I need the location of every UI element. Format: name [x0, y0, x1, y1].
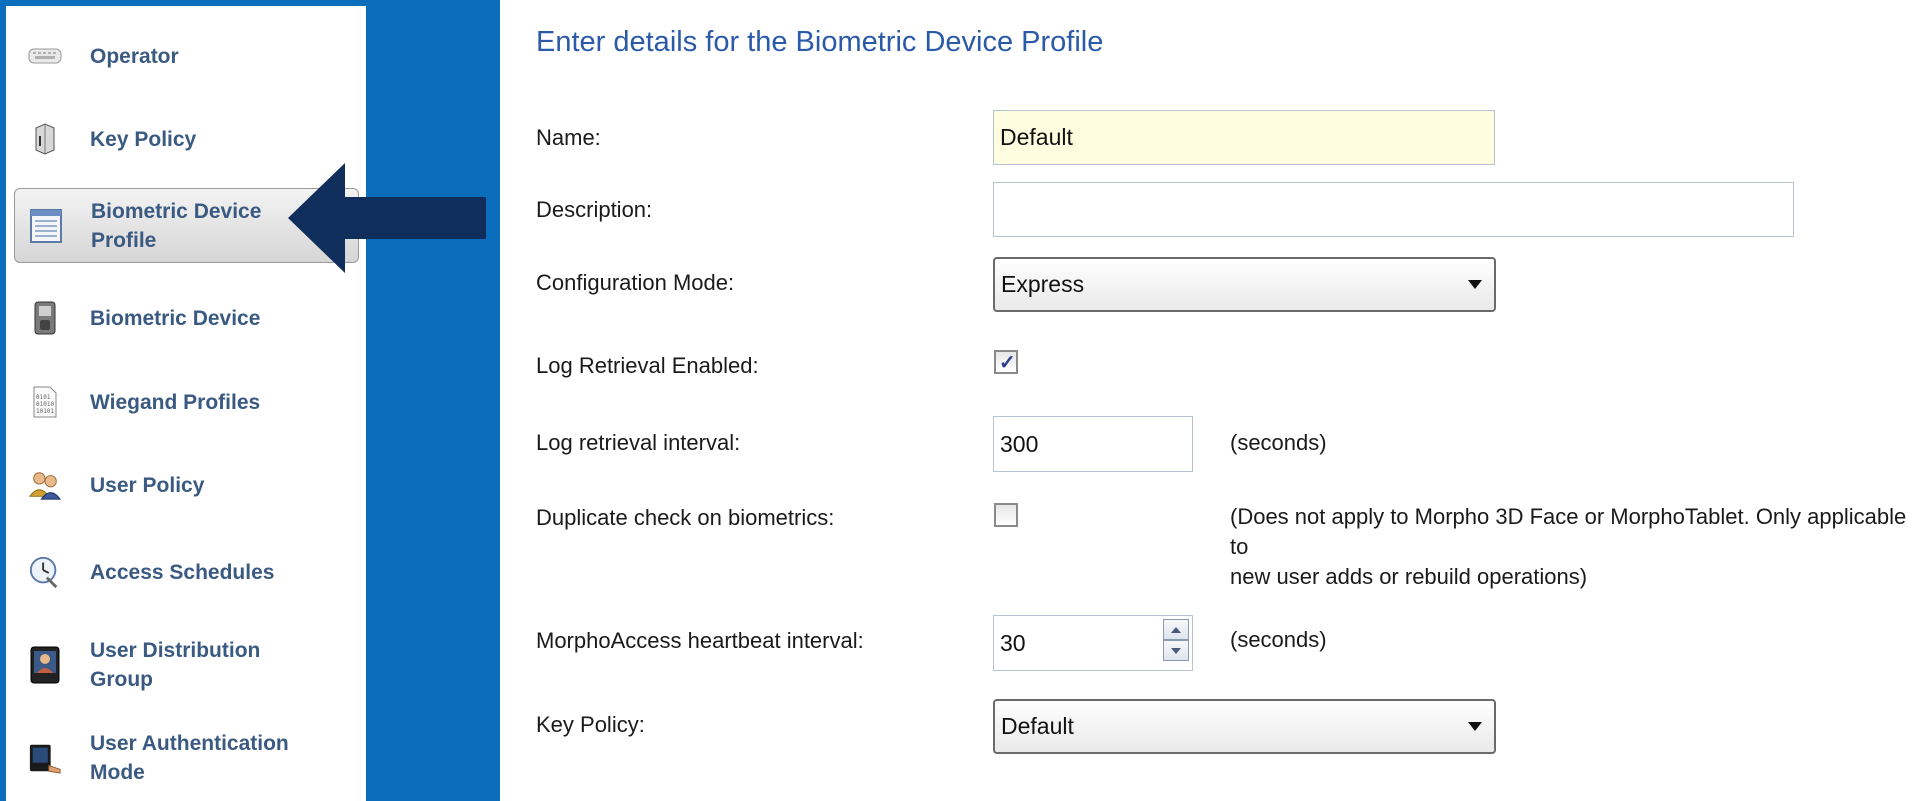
description-label: Description:: [536, 197, 653, 222]
configuration-mode-select[interactable]: Express: [993, 257, 1496, 312]
stepper-down-button[interactable]: [1163, 640, 1189, 661]
arrow-up-icon: [1171, 626, 1181, 633]
heartbeat-interval-value: 30: [1000, 629, 1026, 656]
sidebar-item-access-schedules[interactable]: Access Schedules: [14, 546, 359, 598]
checkmark-icon: ✓: [999, 352, 1016, 374]
stepper-control: [1163, 619, 1189, 661]
log-retrieval-interval-input[interactable]: 300: [993, 416, 1193, 472]
sidebar-item-user-authentication-mode[interactable]: User Authentication Mode: [14, 724, 359, 792]
profile-document-icon: [29, 208, 63, 243]
chevron-down-icon: [1468, 279, 1482, 289]
users-icon: [28, 468, 62, 502]
svg-text:01010: 01010: [36, 401, 54, 408]
page-title: Enter details for the Biometric Device P…: [536, 26, 1104, 58]
clock-icon: [28, 555, 62, 589]
duplicate-check-note-line-2: new user adds or rebuild operations): [1230, 564, 1588, 589]
name-input[interactable]: Default: [993, 110, 1495, 165]
log-retrieval-enabled-checkbox[interactable]: ✓: [994, 350, 1018, 374]
sidebar-item-label: Operator: [90, 44, 179, 68]
pointer-arrow-icon: [288, 163, 486, 273]
sidebar-item-label: Biometric Device Profile: [91, 199, 262, 252]
sidebar-item-label: Wiegand Profiles: [90, 390, 261, 414]
authentication-device-icon: [28, 741, 62, 775]
sidebar-item-label: Key Policy: [90, 127, 197, 151]
sidebar-item-label: User Authentication Mode: [90, 732, 289, 784]
user-group-photo-icon: [28, 646, 62, 684]
sidebar-item-biometric-device[interactable]: Biometric Device: [14, 294, 359, 342]
content-panel: Enter details for the Biometric Device P…: [500, 0, 1921, 801]
keyboard-icon: [28, 39, 62, 73]
sidebar-item-label: Biometric Device: [90, 306, 261, 330]
configuration-mode-value: Express: [1001, 271, 1085, 297]
log-retrieval-interval-label: Log retrieval interval:: [536, 430, 741, 455]
key-policy-value: Default: [1001, 713, 1074, 739]
key-cylinder-icon: [28, 122, 62, 156]
name-label: Name:: [536, 125, 601, 150]
sidebar-item-wiegand-profiles[interactable]: 0101 01010 10101 Wiegand Profiles: [14, 378, 359, 426]
svg-text:10101: 10101: [36, 408, 54, 415]
name-value: Default: [1000, 124, 1073, 150]
description-input[interactable]: [993, 182, 1794, 237]
configuration-mode-label: Configuration Mode:: [536, 270, 735, 295]
sidebar-item-key-policy[interactable]: Key Policy: [14, 117, 359, 161]
binary-document-icon: 0101 01010 10101: [28, 385, 62, 419]
duplicate-check-note-line-1: (Does not apply to Morpho 3D Face or Mor…: [1230, 504, 1907, 559]
duplicate-check-checkbox[interactable]: [994, 503, 1018, 527]
sidebar-item-label: User Policy: [90, 473, 205, 497]
sidebar-item-label: User Distribution Group: [90, 639, 261, 691]
biometric-terminal-icon: [28, 301, 62, 335]
heartbeat-interval-stepper[interactable]: 30: [993, 615, 1193, 671]
svg-text:0101: 0101: [36, 394, 51, 401]
log-retrieval-interval-value: 300: [1000, 430, 1039, 457]
sidebar: Operator Key Policy Biometric Device Pro…: [6, 6, 366, 801]
log-retrieval-enabled-label: Log Retrieval Enabled:: [536, 353, 759, 378]
heartbeat-interval-unit: (seconds): [1230, 627, 1327, 652]
duplicate-check-note: (Does not apply to Morpho 3D Face or Mor…: [1230, 502, 1921, 592]
chevron-down-icon: [1468, 721, 1482, 731]
heartbeat-interval-label: MorphoAccess heartbeat interval:: [536, 628, 864, 653]
arrow-down-icon: [1171, 647, 1181, 654]
sidebar-item-user-distribution-group[interactable]: User Distribution Group: [14, 631, 359, 699]
sidebar-item-label: Access Schedules: [90, 560, 275, 584]
sidebar-item-user-policy[interactable]: User Policy: [14, 461, 359, 509]
key-policy-label: Key Policy:: [536, 712, 645, 737]
sidebar-item-operator[interactable]: Operator: [14, 34, 359, 78]
stepper-up-button[interactable]: [1163, 619, 1189, 640]
key-policy-select[interactable]: Default: [993, 699, 1496, 754]
duplicate-check-label: Duplicate check on biometrics:: [536, 505, 835, 530]
log-retrieval-interval-unit: (seconds): [1230, 430, 1327, 455]
